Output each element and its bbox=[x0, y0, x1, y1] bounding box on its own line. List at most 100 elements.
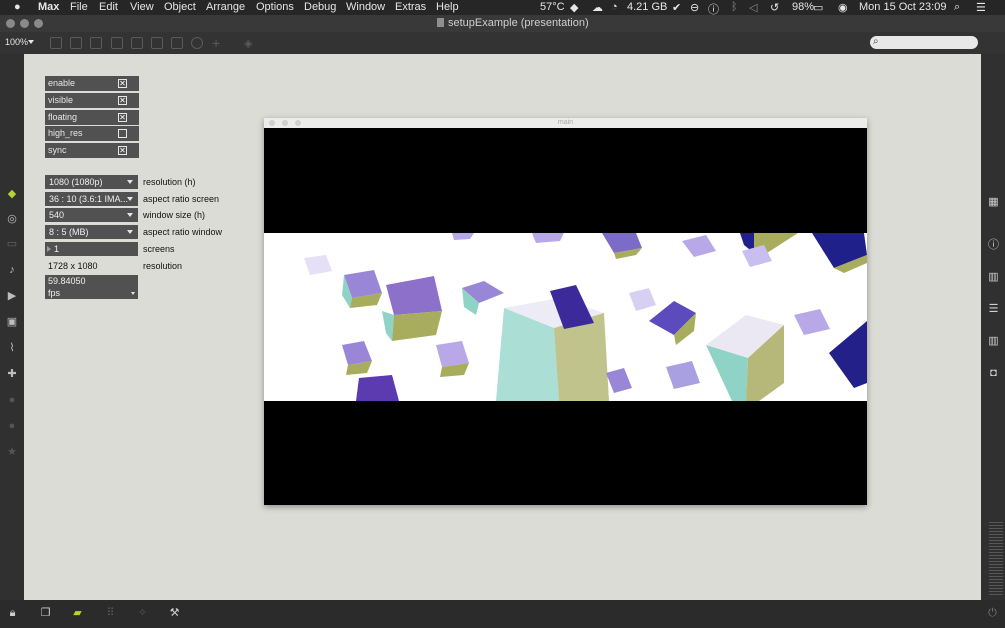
toolbar: 100% + ◈ bbox=[0, 32, 1005, 54]
puzzle-icon[interactable]: ✚ bbox=[6, 368, 18, 380]
add-icon[interactable]: + bbox=[212, 35, 220, 51]
inspector-icon[interactable]: ⓘ bbox=[987, 239, 1000, 251]
toggle-icon[interactable] bbox=[111, 37, 123, 49]
aspect-ratio-screen-menu[interactable]: 36 : 10 (3.6:1 IMA... bbox=[45, 192, 138, 206]
windows-icon[interactable]: ❐ bbox=[39, 607, 52, 620]
menu-edit[interactable]: Edit bbox=[99, 1, 118, 13]
wand-icon[interactable]: ✧ bbox=[136, 607, 149, 620]
notification-center-icon[interactable]: ☰ bbox=[976, 1, 986, 14]
camera-icon[interactable]: ◘ bbox=[987, 367, 1000, 379]
chevron-down-icon bbox=[127, 213, 133, 217]
screens-label: screens bbox=[143, 244, 175, 254]
check-icon[interactable]: ✔ bbox=[672, 1, 681, 14]
menu-extras[interactable]: Extras bbox=[395, 1, 426, 13]
star-icon[interactable]: ★ bbox=[6, 446, 18, 458]
fps-value: 59.84050 bbox=[48, 276, 86, 286]
video-zoom-button[interactable] bbox=[295, 120, 301, 126]
toggle-visible[interactable]: ✕ bbox=[113, 93, 139, 108]
sync-icon[interactable]: ⊖ bbox=[690, 1, 699, 14]
list-icon[interactable]: ☰ bbox=[987, 303, 1000, 315]
bluetooth-icon[interactable]: ᛒ bbox=[731, 1, 738, 13]
slider-icon[interactable] bbox=[171, 37, 183, 49]
info-disabled-icon[interactable]: ● bbox=[6, 420, 18, 432]
resolution-menu[interactable]: 1080 (1080p) bbox=[45, 175, 138, 189]
toggle-sync[interactable]: ✕ bbox=[113, 143, 139, 158]
menu-view[interactable]: View bbox=[130, 1, 154, 13]
comment-icon[interactable] bbox=[90, 37, 102, 49]
menu-help[interactable]: Help bbox=[436, 1, 459, 13]
resolution-readout: 1728 x 1080 bbox=[48, 261, 98, 271]
checkbox-checked-icon[interactable]: ✕ bbox=[118, 79, 127, 88]
toggle-label-high-res: high_res bbox=[45, 126, 113, 141]
volume-icon[interactable]: ◁ bbox=[749, 1, 757, 14]
wrench-icon[interactable]: ⚒ bbox=[168, 607, 181, 620]
dropbox-icon[interactable]: ◆ bbox=[570, 1, 578, 14]
object-icon[interactable] bbox=[50, 37, 62, 49]
video-close-button[interactable] bbox=[269, 120, 275, 126]
checkbox-checked-icon[interactable]: ✕ bbox=[118, 146, 127, 155]
resolution-label: resolution bbox=[143, 261, 183, 271]
battery-icon[interactable]: ▭ bbox=[813, 1, 823, 14]
video-minimize-button[interactable] bbox=[282, 120, 288, 126]
toggle-label-visible: visible bbox=[45, 93, 113, 108]
book-icon[interactable]: ▥ bbox=[987, 271, 1000, 283]
cloud-icon[interactable]: ☁ bbox=[592, 1, 603, 14]
left-sidebar: ◆ ◎ ▭ ♪ ▶ ▣ ⌇ ✚ ● ● ★ bbox=[0, 54, 24, 600]
checkbox-checked-icon[interactable]: ✕ bbox=[118, 113, 127, 122]
power-icon[interactable]: ⏻ bbox=[986, 607, 999, 620]
menu-arrange[interactable]: Arrange bbox=[206, 1, 245, 13]
checkbox-unchecked-icon[interactable] bbox=[118, 129, 127, 138]
right-sidebar: ▦ ⓘ ▥ ☰ ▥ ◘ bbox=[981, 54, 1005, 600]
bottom-toolbar: 🔒︎ ❐ ▰ ⠿ ✧ ⚒ ⏻ bbox=[0, 600, 1005, 628]
cube-icon[interactable]: ◆ bbox=[6, 188, 18, 200]
target-icon[interactable]: ◎ bbox=[6, 213, 18, 225]
toggle-enable[interactable]: ✕ bbox=[113, 76, 139, 91]
minimize-button[interactable] bbox=[20, 19, 29, 28]
cube-large-center bbox=[496, 298, 609, 401]
toggle-floating[interactable]: ✕ bbox=[113, 110, 139, 125]
zoom-select[interactable]: 100% bbox=[5, 37, 28, 47]
search-input[interactable]: ⌕ bbox=[870, 36, 978, 49]
button-icon[interactable] bbox=[131, 37, 143, 49]
play-frame-icon[interactable]: ▶ bbox=[6, 290, 18, 302]
toggle-high-res[interactable] bbox=[113, 126, 139, 141]
menu-bar: ● Max File Edit View Object Arrange Opti… bbox=[0, 0, 1005, 16]
aspect-ratio-window-menu[interactable]: 8 : 5 (MB) bbox=[45, 225, 138, 239]
screens-number-box[interactable]: 1 bbox=[45, 242, 138, 256]
panel-icon[interactable]: ▭ bbox=[6, 238, 18, 250]
dial-icon[interactable] bbox=[191, 37, 203, 49]
window-size-menu[interactable]: 540 bbox=[45, 208, 138, 222]
spotlight-icon[interactable]: ⌕ bbox=[954, 1, 960, 14]
lock-icon[interactable]: 🔒︎ bbox=[6, 607, 19, 620]
menu-object[interactable]: Object bbox=[164, 1, 196, 13]
grid-icon[interactable]: ▦ bbox=[987, 196, 1000, 208]
paint-icon[interactable]: ◈ bbox=[244, 37, 252, 50]
menu-app-name[interactable]: Max bbox=[38, 1, 59, 13]
zoom-button[interactable] bbox=[34, 19, 43, 28]
close-button[interactable] bbox=[6, 19, 15, 28]
cube-small-c bbox=[342, 341, 372, 375]
presentation-icon[interactable]: ▰ bbox=[71, 607, 84, 620]
message-icon[interactable] bbox=[70, 37, 82, 49]
menu-file[interactable]: File bbox=[70, 1, 88, 13]
chevron-down-icon[interactable] bbox=[131, 292, 135, 295]
fps-unit[interactable]: fps bbox=[48, 288, 60, 298]
checkbox-checked-icon[interactable]: ✕ bbox=[118, 96, 127, 105]
wifi-icon[interactable]: ◉ bbox=[838, 1, 848, 14]
time-machine-icon[interactable]: ↺ bbox=[770, 1, 779, 14]
video-window[interactable]: main bbox=[264, 118, 867, 505]
number-icon[interactable] bbox=[151, 37, 163, 49]
chevron-down-icon[interactable] bbox=[28, 40, 34, 44]
apple-icon[interactable]: ● bbox=[14, 1, 21, 13]
v-icon[interactable]: ● bbox=[6, 394, 18, 406]
music-note-icon[interactable]: ♪ bbox=[6, 264, 18, 276]
grid-snap-icon[interactable]: ⠿ bbox=[104, 607, 117, 620]
menu-options[interactable]: Options bbox=[256, 1, 294, 13]
menu-debug[interactable]: Debug bbox=[304, 1, 336, 13]
image-icon[interactable]: ▣ bbox=[6, 316, 18, 328]
reference-icon[interactable]: ▥ bbox=[987, 335, 1000, 347]
menu-window[interactable]: Window bbox=[346, 1, 385, 13]
clock[interactable]: Mon 15 Oct 23:09 bbox=[859, 1, 946, 13]
gauge-icon[interactable]: ◔ bbox=[611, 1, 618, 13]
paperclip-icon[interactable]: ⌇ bbox=[6, 342, 18, 354]
